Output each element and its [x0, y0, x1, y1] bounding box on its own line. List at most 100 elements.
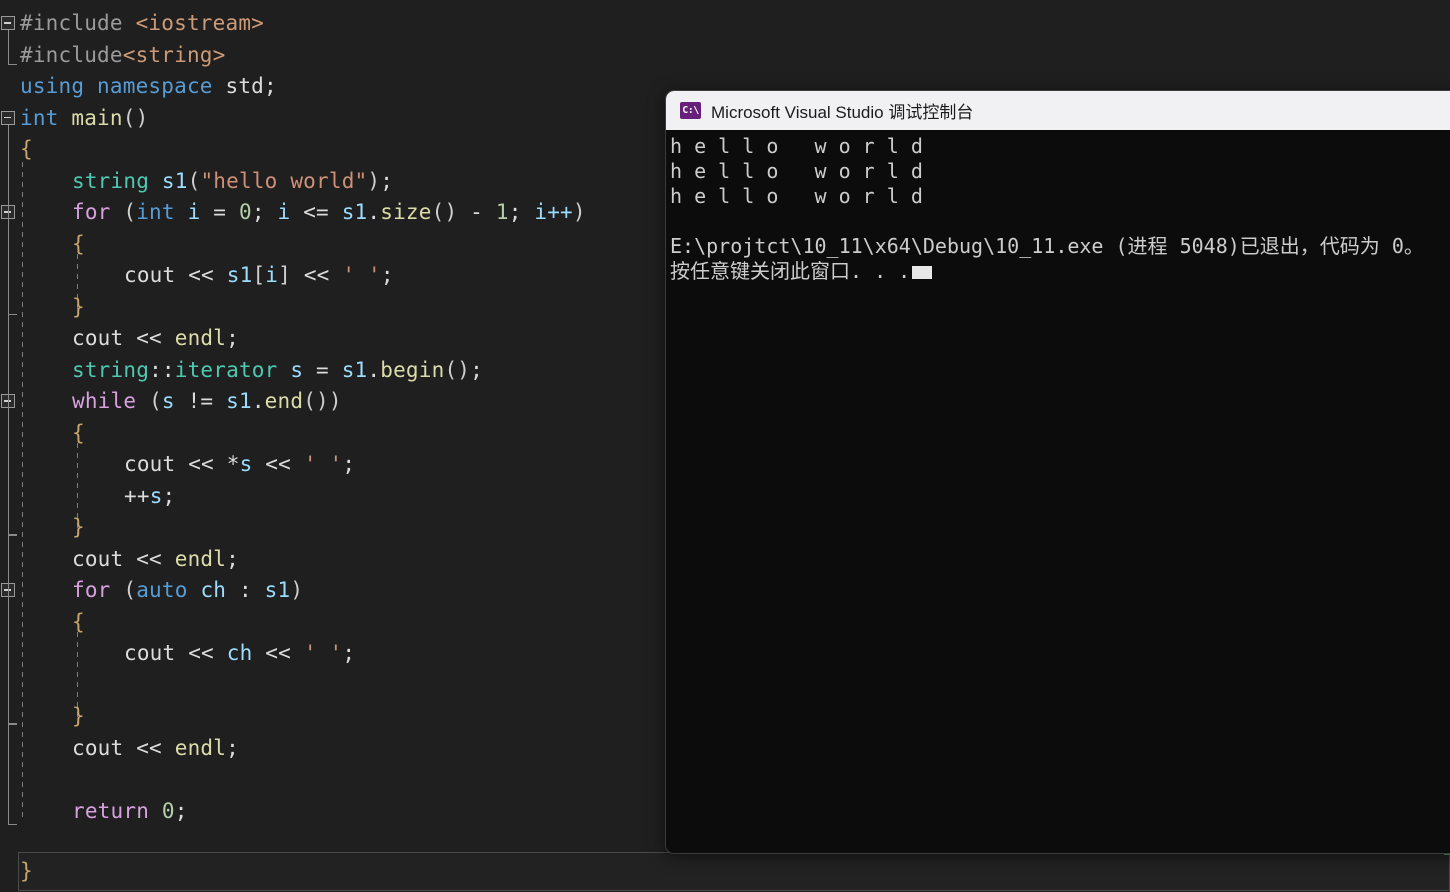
code-line[interactable]: return 0; [72, 796, 188, 828]
console-output-area[interactable]: h e l l o w o r l d h e l l o w o r l d … [666, 130, 1450, 853]
fold-rail-foot [7, 313, 17, 315]
code-line[interactable]: { [20, 134, 33, 166]
code-line[interactable]: #include<string> [20, 40, 226, 72]
code-line[interactable]: } [72, 292, 85, 324]
code-token: i [277, 200, 304, 224]
code-token: s1 [341, 200, 368, 224]
code-token: s [161, 389, 188, 413]
code-token: ; [342, 641, 356, 665]
code-token: ' ' [342, 263, 381, 287]
code-token: << [303, 263, 343, 287]
code-token: ; [470, 357, 483, 382]
code-token: ; [226, 326, 239, 350]
code-token: #include [20, 11, 136, 35]
code-token: ch [226, 641, 266, 665]
code-token: i [187, 200, 214, 224]
code-line[interactable]: string::iterator s = s1.begin(); [72, 355, 483, 387]
indent-guide [22, 161, 23, 821]
code-line[interactable]: using namespace std; [20, 71, 277, 103]
code-token: ++ [124, 483, 150, 508]
code-token: for [72, 200, 124, 224]
code-token: } [72, 294, 85, 319]
console-titlebar[interactable]: C:\ Microsoft Visual Studio 调试控制台 [666, 91, 1450, 130]
current-line-text: } [20, 859, 33, 883]
code-token: cout [124, 641, 189, 665]
code-token: <iostream> [135, 11, 265, 35]
fold-rail-foot [7, 63, 17, 65]
code-token: ) [572, 200, 586, 224]
code-token: cout [72, 546, 137, 571]
code-token: ; [508, 200, 535, 224]
code-line[interactable]: string s1("hello world"); [72, 166, 393, 198]
code-token: ) [367, 168, 381, 193]
code-token: << [265, 641, 304, 665]
code-token: { [72, 609, 85, 634]
code-token: . [367, 357, 381, 382]
code-line[interactable]: for (int i = 0; i <= s1.size() - 1; i++) [72, 197, 586, 229]
fold-rail [7, 597, 9, 723]
code-line[interactable]: { [72, 607, 85, 639]
code-token: . [251, 389, 265, 413]
code-token: return [72, 798, 162, 823]
code-line[interactable]: { [72, 418, 85, 450]
code-token: s1 [341, 357, 368, 382]
code-token: s [239, 452, 266, 476]
code-line[interactable]: cout << endl; [72, 733, 239, 765]
code-token: ; [174, 798, 188, 823]
console-output-line: h e l l o w o r l d [670, 159, 935, 183]
code-token: string [72, 168, 162, 193]
code-token: iterator [174, 357, 291, 382]
code-token: : [238, 578, 265, 602]
code-token: std; [225, 74, 277, 98]
code-line[interactable]: cout << ch << ' '; [124, 638, 355, 670]
outlining-margin[interactable] [0, 0, 20, 860]
code-token: i [265, 263, 279, 287]
fold-rail-foot [7, 823, 17, 825]
code-token: s1 [226, 263, 253, 287]
code-line[interactable]: int main() [20, 103, 148, 135]
code-line[interactable]: { [72, 229, 85, 261]
fold-collapse-button[interactable] [1, 110, 15, 125]
code-token: << [136, 735, 175, 760]
code-token: int [136, 200, 188, 224]
current-line-highlight[interactable] [18, 852, 1450, 891]
code-token: << [188, 641, 227, 665]
code-line[interactable]: cout << endl; [72, 544, 239, 576]
code-token: s1 [161, 168, 188, 193]
code-token: s1 [226, 389, 252, 413]
code-line[interactable]: for (auto ch : s1) [72, 575, 303, 607]
code-line[interactable]: while (s != s1.end()) [72, 386, 342, 418]
code-line[interactable]: ++s; [124, 481, 175, 513]
debug-console-window[interactable]: C:\ Microsoft Visual Studio 调试控制台 h e l … [665, 90, 1450, 854]
console-icon: C:\ [680, 102, 701, 119]
code-token: i++ [534, 200, 573, 224]
code-token: { [72, 420, 85, 445]
code-token: ' ' [303, 641, 343, 665]
code-token: string [72, 357, 150, 382]
fold-rail [7, 219, 9, 314]
code-token: ()) [303, 389, 342, 413]
block-cursor [912, 266, 933, 279]
code-line[interactable]: } [72, 701, 85, 733]
code-token: << [265, 452, 304, 476]
code-token: { [20, 137, 33, 161]
code-token: << [188, 452, 227, 476]
code-line[interactable]: cout << *s << ' '; [124, 449, 355, 481]
console-title: Microsoft Visual Studio 调试控制台 [711, 103, 974, 122]
code-token: << [136, 546, 175, 571]
code-token: ] [278, 263, 304, 287]
code-token: 0 [238, 200, 252, 224]
code-token: } [72, 704, 85, 728]
fold-collapse-button[interactable] [1, 16, 15, 30]
code-token: <= [303, 200, 342, 224]
code-line[interactable]: cout << s1[i] << ' '; [124, 260, 394, 292]
code-line[interactable]: cout << endl; [72, 323, 239, 355]
code-token: ; [380, 168, 394, 193]
code-line[interactable]: } [72, 512, 85, 544]
code-token: :: [149, 357, 175, 382]
code-token: cout [72, 735, 137, 760]
code-token: [ [252, 263, 266, 287]
fold-rail-foot [7, 534, 17, 536]
code-token: cout [124, 452, 189, 476]
code-line[interactable]: #include <iostream> [20, 8, 264, 40]
